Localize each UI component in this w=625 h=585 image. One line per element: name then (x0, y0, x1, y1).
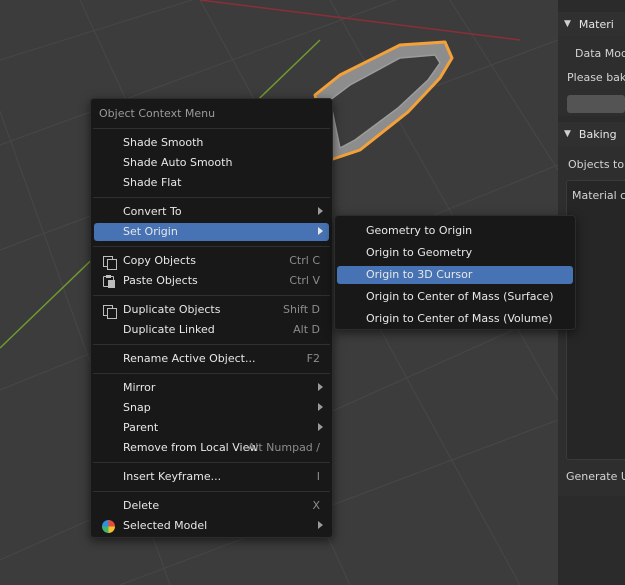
chevron-down-icon: ▼ (564, 129, 571, 139)
menu-separator (93, 491, 330, 492)
submenu-item-origin-to-center-of-mass-volume[interactable]: Origin to Center of Mass (Volume) (337, 310, 573, 328)
chevron-down-icon: ▼ (564, 19, 571, 29)
material-label: Material ch (572, 189, 625, 202)
submenu-arrow-icon (318, 403, 323, 411)
panel-header-label: Materi (578, 17, 614, 31)
menu-item-label: Duplicate Objects (123, 303, 221, 316)
menu-separator (93, 295, 330, 296)
menu-title: Object Context Menu (99, 107, 216, 120)
menu-item-label: Delete (123, 499, 160, 512)
menu-item-shade-auto-smooth[interactable]: Shade Auto Smooth (94, 154, 329, 172)
paste-icon (102, 275, 116, 288)
menu-item-duplicate-linked[interactable]: Duplicate Linked Alt D (94, 321, 329, 339)
menu-item-label: Convert To (123, 205, 182, 218)
submenu-arrow-icon (318, 227, 323, 235)
menu-item-copy-objects[interactable]: Copy Objects Ctrl C (94, 252, 329, 270)
menu-item-label: Origin to Center of Mass (Surface) (366, 290, 554, 303)
submenu-item-origin-to-3d-cursor[interactable]: Origin to 3D Cursor (337, 266, 573, 284)
menu-item-selected-model[interactable]: Selected Model (94, 517, 329, 535)
menu-item-shade-flat[interactable]: Shade Flat (94, 174, 329, 192)
menu-item-delete[interactable]: Delete X (94, 497, 329, 515)
menu-item-label: Origin to Geometry (366, 246, 473, 259)
menu-item-snap[interactable]: Snap (94, 399, 329, 417)
menu-separator (93, 128, 330, 129)
please-bake-text: Please bake (567, 71, 625, 84)
menu-item-paste-objects[interactable]: Paste Objects Ctrl V (94, 272, 329, 290)
generate-label: Generate U (566, 470, 625, 483)
menu-item-label: Snap (123, 401, 151, 414)
menu-item-mirror[interactable]: Mirror (94, 379, 329, 397)
duplicate-icon (102, 304, 117, 319)
menu-item-insert-keyframe[interactable]: Insert Keyframe... I (94, 468, 329, 486)
menu-item-remove-from-local-view[interactable]: Remove from Local View Alt Numpad / (94, 439, 329, 457)
submenu-item-origin-to-geometry[interactable]: Origin to Geometry (337, 244, 573, 262)
menu-item-duplicate-objects[interactable]: Duplicate Objects Shift D (94, 301, 329, 319)
menu-item-shortcut: Alt D (293, 323, 320, 336)
x-axis-line (199, 0, 521, 41)
menu-separator (93, 344, 330, 345)
menu-separator (93, 197, 330, 198)
menu-item-shortcut: I (316, 470, 320, 483)
menu-separator (93, 373, 330, 374)
panel-header-baking[interactable]: ▼ Baking (558, 122, 625, 146)
menu-item-label: Shade Auto Smooth (123, 156, 233, 169)
menu-item-label: Copy Objects (123, 254, 196, 267)
materials-panel-body: Data Mode Please bake (558, 36, 625, 116)
data-mode-label: Data Mode (575, 47, 625, 60)
submenu-item-origin-to-center-of-mass-surface[interactable]: Origin to Center of Mass (Surface) (337, 288, 573, 306)
submenu-arrow-icon (318, 423, 323, 431)
object-context-menu: Object Context Menu Shade Smooth Shade A… (90, 98, 333, 538)
menu-item-shortcut: Ctrl C (289, 254, 320, 267)
menu-item-label: Selected Model (123, 519, 208, 532)
panel-header-label: Baking (578, 127, 617, 141)
submenu-arrow-icon (318, 383, 323, 391)
set-origin-submenu: Geometry to Origin Origin to Geometry Or… (334, 215, 576, 330)
menu-separator (93, 462, 330, 463)
menu-item-label: Set Origin (123, 225, 178, 238)
menu-item-shortcut: Ctrl V (289, 274, 320, 287)
menu-item-shade-smooth[interactable]: Shade Smooth (94, 134, 329, 152)
menu-item-label: Origin to 3D Cursor (366, 268, 473, 281)
menu-item-shortcut: Shift D (283, 303, 320, 316)
menu-item-label: Parent (123, 421, 159, 434)
menu-item-label: Geometry to Origin (366, 224, 473, 237)
menu-item-label: Shade Flat (123, 176, 182, 189)
menu-item-label: Rename Active Object... (123, 352, 256, 365)
menu-item-rename-active-object[interactable]: Rename Active Object... F2 (94, 350, 329, 368)
menu-item-label: Mirror (123, 381, 156, 394)
menu-item-label: Origin to Center of Mass (Volume) (366, 312, 553, 325)
selected-model-icon (102, 520, 115, 533)
menu-item-shortcut: Alt Numpad / (247, 441, 320, 454)
menu-item-label: Paste Objects (123, 274, 198, 287)
menu-item-shortcut: F2 (306, 352, 320, 365)
bake-field[interactable] (567, 95, 625, 113)
menu-item-label: Shade Smooth (123, 136, 204, 149)
menu-item-label: Remove from Local View (123, 441, 259, 454)
submenu-arrow-icon (318, 207, 323, 215)
menu-item-label: Duplicate Linked (123, 323, 215, 336)
menu-item-shortcut: X (312, 499, 320, 512)
copy-icon (102, 255, 117, 270)
menu-item-convert-to[interactable]: Convert To (94, 203, 329, 221)
submenu-item-geometry-to-origin[interactable]: Geometry to Origin (337, 222, 573, 240)
submenu-arrow-icon (318, 521, 323, 529)
menu-item-parent[interactable]: Parent (94, 419, 329, 437)
panel-header-materials[interactable]: ▼ Materi (558, 12, 625, 36)
menu-item-label: Insert Keyframe... (123, 470, 222, 483)
menu-separator (93, 246, 330, 247)
objects-to-label: Objects to . (568, 158, 625, 171)
menu-item-set-origin[interactable]: Set Origin (94, 223, 329, 241)
